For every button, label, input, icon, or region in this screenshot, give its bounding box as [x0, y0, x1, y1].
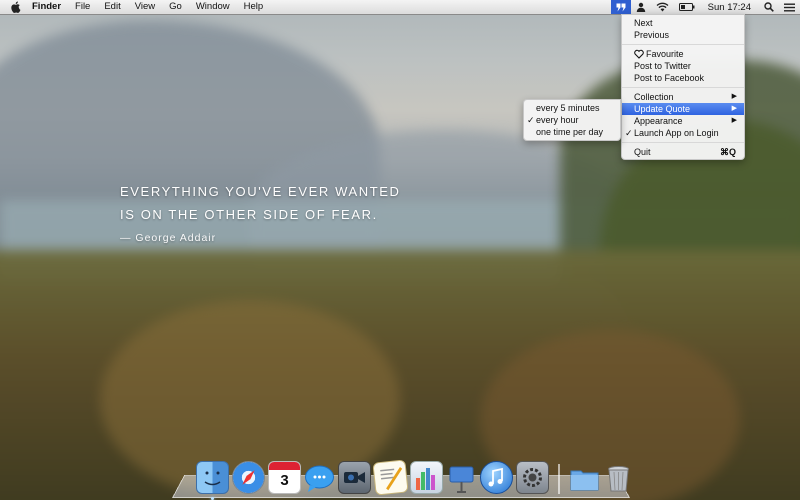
music-note-icon — [488, 467, 503, 487]
menu-item-appearance-label: Appearance — [634, 116, 683, 126]
menu-item-update-quote[interactable]: Update Quote ▶ — [622, 103, 744, 115]
menu-item-update-quote-label: Update Quote — [634, 104, 691, 114]
menu-item-launch-on-login[interactable]: ✓ Launch App on Login — [622, 127, 744, 139]
finder-icon[interactable] — [196, 461, 229, 500]
menu-item-favourite-label: Favourite — [646, 49, 684, 59]
compass-icon — [242, 470, 255, 485]
battery-level-icon — [678, 3, 695, 11]
menu-item-appearance[interactable]: Appearance ▶ — [622, 115, 744, 127]
quote-app-menu: Next Previous Favourite Post to Twitter … — [621, 14, 745, 160]
submenu-item-every-hour-label: every hour — [536, 115, 579, 125]
submenu-item-every-hour[interactable]: ✓ every hour — [524, 114, 620, 126]
status-area: Sun 17:24 — [610, 0, 800, 14]
menu-separator — [622, 142, 744, 143]
camera-icon — [344, 472, 365, 483]
checkmark-icon: ✓ — [527, 115, 535, 125]
speech-bubble-icon — [305, 465, 334, 492]
submenu-arrow-icon: ▶ — [731, 93, 737, 100]
battery-icon[interactable] — [674, 0, 700, 14]
quote-line: EVERYTHING YOU'VE EVER WANTED — [120, 184, 401, 199]
quit-shortcut: ⌘Q — [719, 147, 736, 157]
quote-app-icon[interactable] — [610, 0, 631, 14]
facetime-icon[interactable] — [338, 461, 371, 494]
wifi-signal-icon — [656, 2, 669, 12]
notification-center-icon[interactable] — [779, 0, 800, 14]
menu-item-launch-label: Launch App on Login — [634, 128, 719, 138]
list-lines-icon — [784, 3, 795, 11]
menu-separator — [622, 44, 744, 45]
submenu-item-every-5-minutes[interactable]: every 5 minutes — [524, 102, 620, 114]
submenu-arrow-icon: ▶ — [731, 105, 737, 112]
messages-icon[interactable] — [304, 463, 335, 494]
menu-item-quit[interactable]: Quit ⌘Q — [622, 146, 744, 158]
wifi-icon[interactable] — [651, 0, 674, 14]
system-preferences-icon[interactable] — [516, 461, 549, 494]
menu-bar: Finder File Edit View Go Window Help Sun… — [0, 0, 800, 15]
update-quote-submenu: every 5 minutes ✓ every hour one time pe… — [523, 99, 621, 141]
spotlight-search-icon[interactable] — [759, 0, 779, 14]
menu-item-favourite[interactable]: Favourite — [622, 48, 744, 60]
trash-can-icon — [608, 466, 629, 492]
menu-help[interactable]: Help — [237, 0, 271, 14]
menu-window[interactable]: Window — [189, 0, 237, 14]
dock: 3 — [196, 458, 634, 500]
menu-item-collection-label: Collection — [634, 92, 674, 102]
textedit-icon[interactable] — [372, 459, 409, 496]
safari-icon[interactable] — [232, 461, 265, 494]
menu-item-next[interactable]: Next — [622, 17, 744, 29]
calendar-icon[interactable]: 3 — [268, 461, 301, 494]
quote-marks-icon — [616, 3, 626, 11]
menu-item-post-facebook[interactable]: Post to Facebook — [622, 72, 744, 84]
submenu-arrow-icon: ▶ — [731, 117, 737, 124]
menu-item-previous[interactable]: Previous — [622, 29, 744, 41]
quote-author: — George Addair — [120, 232, 217, 244]
document-pen-icon — [380, 466, 403, 491]
menu-item-post-twitter[interactable]: Post to Twitter — [622, 60, 744, 72]
finder-face-icon — [204, 471, 221, 486]
itunes-icon[interactable] — [480, 461, 513, 494]
calendar-day: 3 — [280, 472, 289, 489]
menu-file[interactable]: File — [68, 0, 97, 14]
apple-icon[interactable] — [10, 1, 21, 13]
dock-separator — [558, 464, 560, 494]
menu-clock[interactable]: Sun 17:24 — [700, 2, 759, 13]
gear-icon — [523, 468, 542, 487]
keynote-icon[interactable] — [446, 463, 477, 494]
menu-go[interactable]: Go — [162, 0, 189, 14]
numbers-icon[interactable] — [410, 461, 443, 494]
menu-edit[interactable]: Edit — [97, 0, 127, 14]
user-silhouette-icon — [636, 2, 645, 12]
user-icon[interactable] — [631, 0, 651, 14]
submenu-item-one-time-per-day[interactable]: one time per day — [524, 126, 620, 138]
menu-separator — [622, 87, 744, 88]
calendar-header — [269, 462, 300, 470]
menu-view[interactable]: View — [128, 0, 162, 14]
menu-app-name[interactable]: Finder — [25, 0, 68, 14]
trash-icon[interactable] — [603, 463, 634, 494]
magnifier-icon — [764, 2, 774, 12]
bar-graph-icon — [416, 468, 435, 490]
checkmark-icon: ✓ — [625, 128, 633, 138]
heart-icon — [634, 49, 644, 59]
podium-icon — [449, 466, 474, 493]
folder-icon — [570, 470, 599, 491]
desktop-quote: EVERYTHING YOU'VE EVER WANTED IS ON THE … — [120, 180, 401, 244]
applications-folder-icon[interactable] — [569, 463, 600, 494]
quote-line: IS ON THE OTHER SIDE OF FEAR. — [120, 207, 378, 222]
menu-item-collection[interactable]: Collection ▶ — [622, 91, 744, 103]
menu-item-quit-label: Quit — [634, 147, 651, 157]
